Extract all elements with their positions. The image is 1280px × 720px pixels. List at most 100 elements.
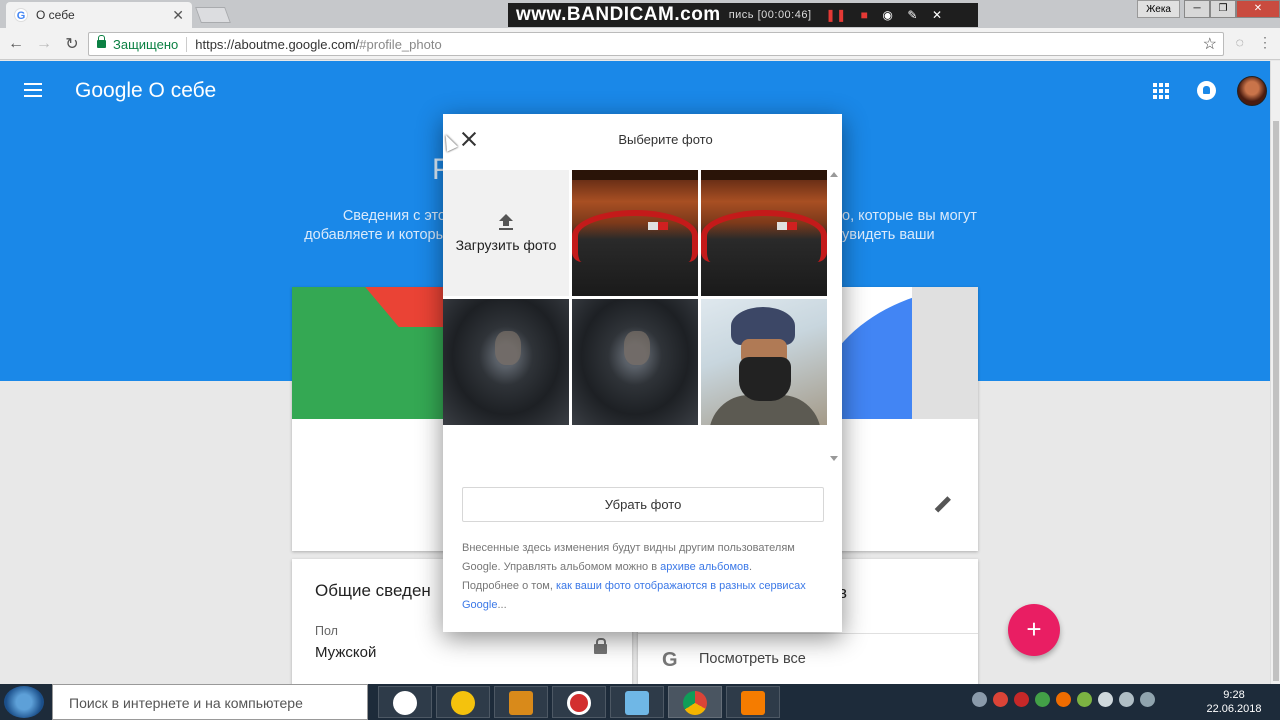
photo-thumbnail[interactable] bbox=[572, 170, 698, 296]
toolbar-right: ◌ ⋮ bbox=[1236, 34, 1272, 51]
padlock-icon[interactable] bbox=[594, 638, 607, 654]
scrollbar-thumb[interactable] bbox=[1273, 121, 1279, 681]
dialog-scrollbar[interactable] bbox=[827, 170, 841, 468]
url-text: https://aboutme.google.com/#profile_phot… bbox=[195, 37, 441, 52]
general-info-title: Общие сведен bbox=[315, 581, 431, 600]
scroll-up-icon[interactable] bbox=[830, 172, 838, 177]
secure-label: Защищено bbox=[113, 36, 188, 52]
windows-taskbar: Поиск в интернете и на компьютере 9:28 2… bbox=[0, 684, 1280, 720]
taskbar-chrome[interactable] bbox=[668, 686, 722, 718]
tab-close-icon[interactable]: ✕ bbox=[172, 7, 184, 24]
tab-title: О себе bbox=[36, 8, 75, 22]
taskbar-media[interactable] bbox=[726, 686, 780, 718]
window-controls: Жека ─ ❐ ✕ bbox=[1137, 0, 1280, 18]
hero-desc-left: Сведения с это добавляете и которы bbox=[304, 208, 446, 243]
clock-date: 22.06.2018 bbox=[1206, 703, 1262, 715]
bandicam-brand: www.BANDICAM.com bbox=[516, 4, 721, 25]
note-text-2: . bbox=[748, 561, 753, 573]
photo-picker-dialog: Выберите фото Загрузить фото Убрать фото… bbox=[443, 114, 842, 632]
gender-value[interactable]: Мужской bbox=[315, 644, 376, 661]
bandicam-overlay: www.BANDICAM.com пись [00:00:46] ❚❚ ■ ◉ … bbox=[508, 3, 978, 27]
google-favicon-icon: G bbox=[14, 8, 28, 22]
card-divider bbox=[638, 633, 978, 634]
tab-bar: G О себе ✕ www.BANDICAM.com пись [00:00:… bbox=[0, 0, 1280, 28]
tray-chrome-icon[interactable] bbox=[993, 692, 1008, 707]
taskbar-clock[interactable]: 9:28 22.06.2018 bbox=[1204, 688, 1264, 716]
google-g-icon: G bbox=[662, 649, 678, 671]
hero-desc-right: о, которые вы могут увидеть ваши bbox=[842, 208, 977, 243]
start-button[interactable] bbox=[4, 686, 44, 718]
page-scrollbar[interactable] bbox=[1270, 61, 1280, 684]
notifications-bell-icon[interactable] bbox=[1197, 81, 1216, 100]
add-fab-button[interactable]: + bbox=[1008, 604, 1060, 656]
albums-archive-link[interactable]: архиве альбомов bbox=[660, 561, 749, 573]
scroll-down-icon[interactable] bbox=[830, 456, 838, 461]
tray-fox-icon[interactable] bbox=[1056, 692, 1071, 707]
tray-update-icon[interactable] bbox=[1077, 692, 1092, 707]
stop-icon[interactable]: ■ bbox=[861, 8, 869, 22]
note-text-3: Подробнее о том, bbox=[462, 580, 556, 592]
see-all-link[interactable]: Посмотреть все bbox=[699, 651, 806, 667]
network-icon[interactable] bbox=[1119, 692, 1134, 707]
pencil-icon[interactable]: ✎ bbox=[907, 8, 918, 22]
system-tray bbox=[972, 692, 1155, 712]
taskbar-search[interactable]: Поиск в интернете и на компьютере bbox=[52, 684, 368, 720]
apps-grid-icon[interactable] bbox=[1153, 83, 1169, 99]
reload-icon[interactable]: ↻ bbox=[60, 34, 84, 54]
chrome-menu-icon[interactable]: ⋮ bbox=[1258, 34, 1272, 51]
extension-icon[interactable]: ◌ bbox=[1236, 34, 1244, 51]
volume-icon[interactable] bbox=[1098, 692, 1113, 707]
upload-icon bbox=[499, 214, 513, 230]
browser-toolbar: ← → ↻ Защищено https://aboutme.google.co… bbox=[0, 28, 1280, 60]
url-main: https://aboutme.google.com/ bbox=[195, 36, 360, 52]
taskbar-bandicam[interactable] bbox=[552, 686, 606, 718]
new-tab-button[interactable] bbox=[195, 7, 231, 23]
clock-time: 9:28 bbox=[1223, 689, 1245, 701]
cover-grey-shape bbox=[912, 287, 978, 419]
tray-shield-icon[interactable] bbox=[1035, 692, 1050, 707]
close-window-icon[interactable]: ✕ bbox=[1236, 0, 1280, 18]
url-hash: #profile_photo bbox=[359, 36, 442, 52]
remove-photo-button[interactable]: Убрать фото bbox=[462, 487, 824, 522]
taskbar-paint[interactable] bbox=[610, 686, 664, 718]
dialog-title: Выберите фото bbox=[618, 132, 713, 147]
tray-app-icon[interactable] bbox=[972, 692, 987, 707]
photo-thumbnail[interactable] bbox=[701, 299, 827, 425]
taskbar-game-app[interactable] bbox=[494, 686, 548, 718]
minimize-icon[interactable]: ─ bbox=[1184, 0, 1210, 18]
taskbar-yandex[interactable] bbox=[378, 686, 432, 718]
pause-icon[interactable]: ❚❚ bbox=[826, 8, 847, 22]
upload-photo-label: Загрузить фото bbox=[455, 237, 557, 253]
game-icon bbox=[509, 691, 533, 715]
dialog-note: Внесенные здесь изменения будут видны др… bbox=[462, 539, 827, 615]
restore-icon[interactable]: ❐ bbox=[1210, 0, 1236, 18]
forward-arrow-icon[interactable]: → bbox=[32, 35, 56, 53]
upload-photo-tile[interactable]: Загрузить фото bbox=[443, 170, 569, 296]
tab-about-me[interactable]: G О себе ✕ bbox=[6, 2, 192, 28]
chrome-icon bbox=[683, 691, 707, 715]
tray-record-icon[interactable] bbox=[1014, 692, 1029, 707]
address-bar[interactable]: Защищено https://aboutme.google.com/#pro… bbox=[88, 32, 1224, 56]
yandex-browser-icon bbox=[393, 691, 417, 715]
photo-thumbnail[interactable] bbox=[701, 170, 827, 296]
media-player-icon bbox=[741, 691, 765, 715]
gender-label: Пол bbox=[315, 624, 338, 638]
camera-icon[interactable]: ◉ bbox=[882, 8, 893, 22]
recording-status: пись [00:00:46] bbox=[728, 9, 812, 21]
photo-thumbnail[interactable] bbox=[443, 299, 569, 425]
hamburger-menu-icon[interactable] bbox=[24, 83, 42, 101]
radiation-icon bbox=[451, 691, 475, 715]
profile-user-badge[interactable]: Жека bbox=[1137, 0, 1180, 18]
photo-thumbnail[interactable] bbox=[572, 299, 698, 425]
lock-icon bbox=[97, 35, 106, 48]
note-text-4: ... bbox=[497, 599, 507, 611]
record-icon bbox=[567, 691, 591, 715]
close-recorder-icon[interactable]: ✕ bbox=[932, 8, 943, 22]
back-arrow-icon[interactable]: ← bbox=[4, 35, 28, 53]
paint-icon bbox=[625, 691, 649, 715]
account-avatar[interactable] bbox=[1237, 76, 1267, 106]
language-icon[interactable] bbox=[1140, 692, 1155, 707]
page-brand: Google О себе bbox=[75, 79, 217, 102]
taskbar-radiation-app[interactable] bbox=[436, 686, 490, 718]
bookmark-star-icon[interactable]: ☆ bbox=[1203, 34, 1217, 54]
